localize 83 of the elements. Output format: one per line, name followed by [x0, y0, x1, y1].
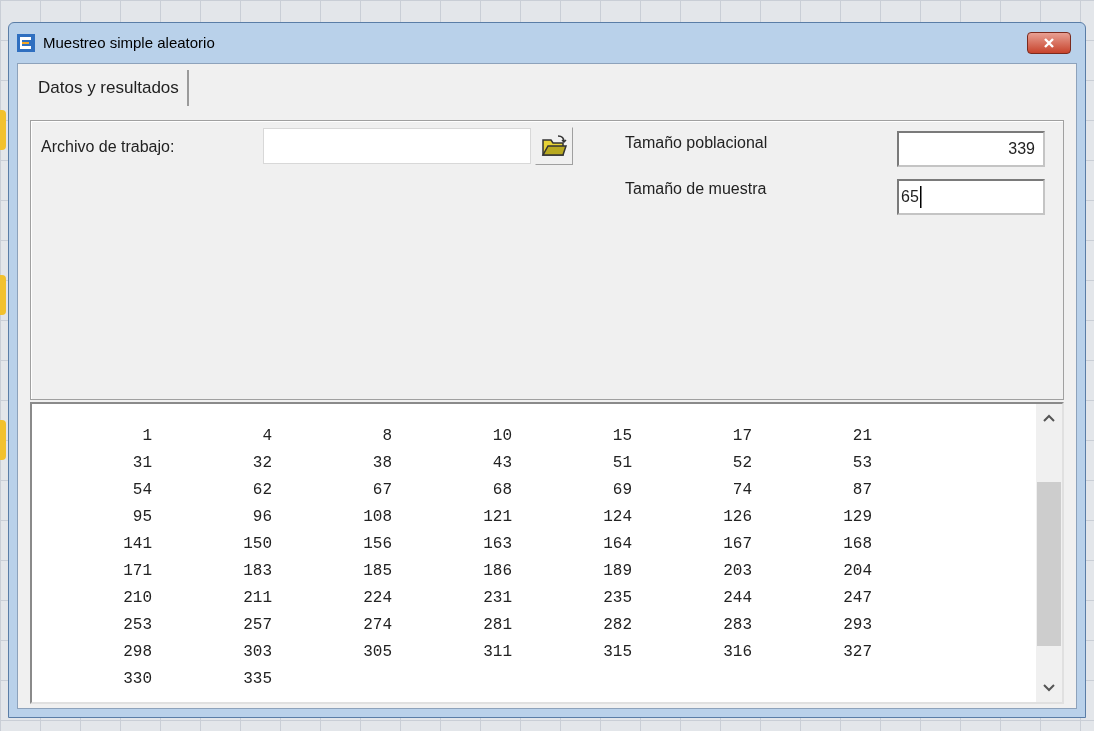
sample-number: 1	[141, 425, 152, 447]
sample-number: 21	[851, 425, 872, 447]
sample-number: 311	[482, 641, 512, 663]
sample-number: 185	[362, 560, 392, 582]
population-size-field[interactable]: 339	[897, 131, 1045, 167]
sample-size-field[interactable]: 65	[897, 179, 1045, 215]
sample-number: 171	[122, 560, 152, 582]
sample-number: 43	[491, 452, 512, 474]
close-button[interactable]	[1027, 32, 1071, 54]
sample-number: 95	[131, 506, 152, 528]
sample-number: 211	[242, 587, 272, 609]
sample-number: 164	[602, 533, 632, 555]
folder-icon	[540, 134, 568, 158]
desktop-marker	[0, 275, 6, 315]
sample-number: 8	[381, 425, 392, 447]
sample-number: 235	[602, 587, 632, 609]
sample-number: 305	[362, 641, 392, 663]
sample-number: 186	[482, 560, 512, 582]
sample-number: 141	[122, 533, 152, 555]
scrollbar[interactable]	[1036, 404, 1062, 702]
sample-number: 31	[131, 452, 152, 474]
sample-number: 96	[251, 506, 272, 528]
sample-number: 121	[482, 506, 512, 528]
sample-number: 126	[722, 506, 752, 528]
sample-number: 124	[602, 506, 632, 528]
desktop-marker	[0, 420, 6, 460]
sample-number: 244	[722, 587, 752, 609]
sample-number: 52	[731, 452, 752, 474]
sample-number: 129	[842, 506, 872, 528]
sample-number: 210	[122, 587, 152, 609]
close-icon	[1043, 38, 1055, 48]
sample-number: 327	[842, 641, 872, 663]
sample-number: 15	[611, 425, 632, 447]
window-title: Muestreo simple aleatorio	[43, 32, 215, 53]
sample-number: 53	[851, 452, 872, 474]
desktop-marker	[0, 110, 6, 150]
sample-number: 203	[722, 560, 752, 582]
sample-number: 4	[261, 425, 272, 447]
sample-number: 204	[842, 560, 872, 582]
sample-number: 108	[362, 506, 392, 528]
sample-number: 167	[722, 533, 752, 555]
sample-number: 54	[131, 479, 152, 501]
sample-number: 330	[122, 668, 152, 690]
sample-number: 183	[242, 560, 272, 582]
sample-number: 38	[371, 452, 392, 474]
sample-number: 316	[722, 641, 752, 663]
scrollbar-thumb[interactable]	[1037, 482, 1061, 646]
sample-number: 67	[371, 479, 392, 501]
sample-number: 274	[362, 614, 392, 636]
sample-number: 62	[251, 479, 272, 501]
population-size-label: Tamaño poblacional	[625, 133, 768, 153]
sample-number: 69	[611, 479, 632, 501]
sample-number: 315	[602, 641, 632, 663]
sample-number: 87	[851, 479, 872, 501]
sample-number: 168	[842, 533, 872, 555]
sample-number: 247	[842, 587, 872, 609]
sample-number: 51	[611, 452, 632, 474]
scroll-down-icon[interactable]	[1043, 684, 1055, 692]
sample-number: 335	[242, 668, 272, 690]
sample-number: 253	[122, 614, 152, 636]
sample-number: 257	[242, 614, 272, 636]
sample-number: 32	[251, 452, 272, 474]
sample-number: 150	[242, 533, 272, 555]
sample-number: 293	[842, 614, 872, 636]
file-path-field[interactable]	[263, 128, 531, 164]
sample-number: 282	[602, 614, 632, 636]
sample-number: 231	[482, 587, 512, 609]
sample-size-label: Tamaño de muestra	[625, 179, 767, 199]
sample-number: 17	[731, 425, 752, 447]
sample-number: 189	[602, 560, 632, 582]
sample-number: 298	[122, 641, 152, 663]
sample-number: 156	[362, 533, 392, 555]
sample-number: 281	[482, 614, 512, 636]
sample-number: 74	[731, 479, 752, 501]
sample-number: 68	[491, 479, 512, 501]
sample-number: 303	[242, 641, 272, 663]
app-logo-icon	[17, 34, 35, 52]
sample-number: 224	[362, 587, 392, 609]
sample-number: 10	[491, 425, 512, 447]
sample-number: 283	[722, 614, 752, 636]
scroll-up-icon[interactable]	[1043, 414, 1055, 422]
sample-number: 163	[482, 533, 512, 555]
file-label: Archivo de trabajo:	[41, 137, 175, 157]
